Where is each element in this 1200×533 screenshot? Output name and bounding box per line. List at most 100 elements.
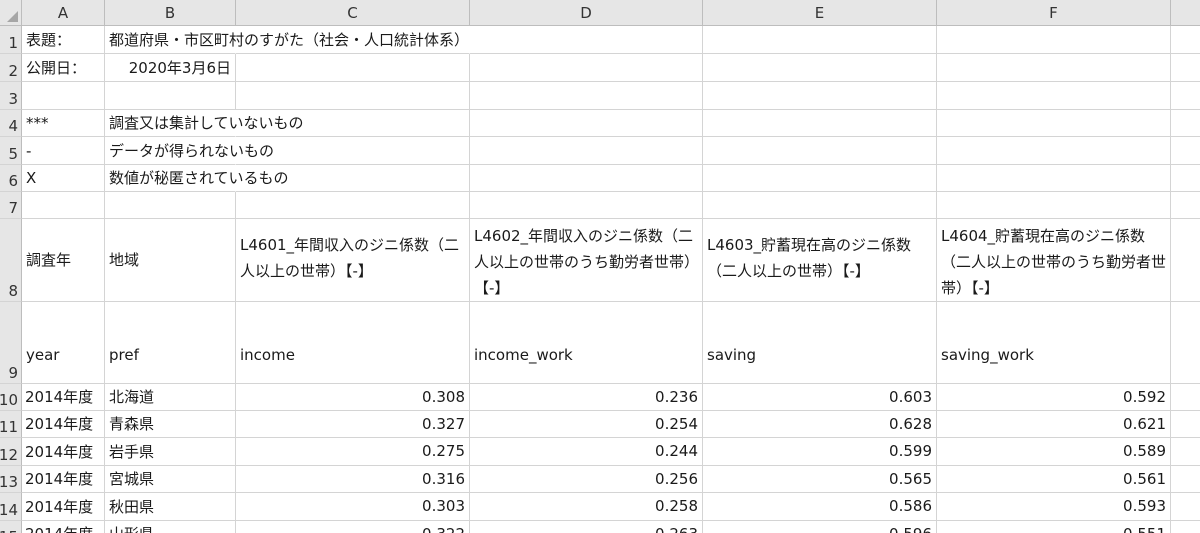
cell-d12[interactable]: 0.244 <box>470 438 703 466</box>
cell-b12[interactable]: 岩手県 <box>105 438 236 466</box>
cell-e4[interactable] <box>703 110 937 137</box>
cell-e3[interactable] <box>703 82 937 110</box>
cell-b11[interactable]: 青森県 <box>105 411 236 438</box>
cell-e10[interactable]: 0.603 <box>703 384 937 411</box>
cell-e12[interactable]: 0.599 <box>703 438 937 466</box>
cell-a6[interactable]: X <box>22 165 105 192</box>
cell-a15[interactable]: 2014年度 <box>22 521 105 533</box>
cell-f8[interactable]: L4604_貯蓄現在高のジニ係数（二人以上の世帯のうち勤労者世帯）【-】 <box>937 219 1171 302</box>
row-header[interactable]: 12 <box>0 438 22 466</box>
cell-d8[interactable]: L4602_年間収入のジニ係数（二人以上の世帯のうち勤労者世帯）【-】 <box>470 219 703 302</box>
cell-g14[interactable] <box>1171 493 1200 521</box>
column-header-e[interactable]: E <box>703 0 937 26</box>
cell-g8[interactable] <box>1171 219 1200 302</box>
cell-c4[interactable] <box>236 110 470 137</box>
cell-a7[interactable] <box>22 192 105 219</box>
cell-e13[interactable]: 0.565 <box>703 466 937 493</box>
cell-a12[interactable]: 2014年度 <box>22 438 105 466</box>
cell-a8[interactable]: 調査年 <box>22 219 105 302</box>
cell-c6[interactable] <box>236 165 470 192</box>
cell-e11[interactable]: 0.628 <box>703 411 937 438</box>
cell-g10[interactable] <box>1171 384 1200 411</box>
cell-g5[interactable] <box>1171 137 1200 165</box>
cell-c12[interactable]: 0.275 <box>236 438 470 466</box>
cell-a3[interactable] <box>22 82 105 110</box>
cell-b9[interactable]: pref <box>105 302 236 384</box>
column-header-f[interactable]: F <box>937 0 1171 26</box>
cell-f9[interactable]: saving_work <box>937 302 1171 384</box>
cell-g13[interactable] <box>1171 466 1200 493</box>
cell-c5[interactable] <box>236 137 470 165</box>
cell-e15[interactable]: 0.596 <box>703 521 937 533</box>
cell-b2[interactable]: 2020年3月6日 <box>105 54 236 82</box>
cell-c9[interactable]: income <box>236 302 470 384</box>
cell-a10[interactable]: 2014年度 <box>22 384 105 411</box>
cell-f15[interactable]: 0.551 <box>937 521 1171 533</box>
row-header[interactable]: 6 <box>0 165 22 192</box>
cell-f4[interactable] <box>937 110 1171 137</box>
column-header-b[interactable]: B <box>105 0 236 26</box>
cell-f13[interactable]: 0.561 <box>937 466 1171 493</box>
cell-c2[interactable] <box>236 54 470 82</box>
cell-b14[interactable]: 秋田県 <box>105 493 236 521</box>
cell-d13[interactable]: 0.256 <box>470 466 703 493</box>
row-header[interactable]: 1 <box>0 26 22 54</box>
row-header[interactable]: 5 <box>0 137 22 165</box>
cell-e1[interactable] <box>703 26 937 54</box>
row-header[interactable]: 11 <box>0 411 22 438</box>
cell-b13[interactable]: 宮城県 <box>105 466 236 493</box>
row-header[interactable]: 2 <box>0 54 22 82</box>
cell-g1[interactable] <box>1171 26 1200 54</box>
cell-a2[interactable]: 公開日： <box>22 54 105 82</box>
column-header-d[interactable]: D <box>470 0 703 26</box>
cell-f12[interactable]: 0.589 <box>937 438 1171 466</box>
cell-e9[interactable]: saving <box>703 302 937 384</box>
cell-a5[interactable]: - <box>22 137 105 165</box>
cell-b8[interactable]: 地域 <box>105 219 236 302</box>
cell-g7[interactable] <box>1171 192 1200 219</box>
row-header[interactable]: 14 <box>0 493 22 521</box>
cell-b4[interactable]: 調査又は集計していないもの <box>105 110 304 137</box>
cell-a14[interactable]: 2014年度 <box>22 493 105 521</box>
cell-c8[interactable]: L4601_年間収入のジニ係数（二人以上の世帯）【-】 <box>236 219 470 302</box>
cell-f1[interactable] <box>937 26 1171 54</box>
cell-d6[interactable] <box>470 165 703 192</box>
cell-f3[interactable] <box>937 82 1171 110</box>
cell-e14[interactable]: 0.586 <box>703 493 937 521</box>
cell-b5[interactable]: データが得られないもの <box>105 137 274 165</box>
row-header[interactable]: 10 <box>0 384 22 411</box>
select-all-button[interactable] <box>0 0 22 26</box>
cell-f14[interactable]: 0.593 <box>937 493 1171 521</box>
cell-d1[interactable] <box>470 26 703 54</box>
cell-e5[interactable] <box>703 137 937 165</box>
cell-d5[interactable] <box>470 137 703 165</box>
row-header[interactable]: 13 <box>0 466 22 493</box>
row-header[interactable]: 9 <box>0 302 22 384</box>
column-header-c[interactable]: C <box>236 0 470 26</box>
cell-f11[interactable]: 0.621 <box>937 411 1171 438</box>
cell-c1[interactable] <box>236 26 470 54</box>
cell-c7[interactable] <box>236 192 470 219</box>
cell-g6[interactable] <box>1171 165 1200 192</box>
cell-g4[interactable] <box>1171 110 1200 137</box>
cell-c14[interactable]: 0.303 <box>236 493 470 521</box>
cell-e2[interactable] <box>703 54 937 82</box>
cell-g12[interactable] <box>1171 438 1200 466</box>
cell-c15[interactable]: 0.322 <box>236 521 470 533</box>
cell-g2[interactable] <box>1171 54 1200 82</box>
cell-b3[interactable] <box>105 82 236 110</box>
cell-f5[interactable] <box>937 137 1171 165</box>
cell-f10[interactable]: 0.592 <box>937 384 1171 411</box>
cell-a13[interactable]: 2014年度 <box>22 466 105 493</box>
row-header[interactable]: 15 <box>0 521 22 533</box>
cell-g3[interactable] <box>1171 82 1200 110</box>
cell-f6[interactable] <box>937 165 1171 192</box>
cell-g11[interactable] <box>1171 411 1200 438</box>
cell-b10[interactable]: 北海道 <box>105 384 236 411</box>
cell-c13[interactable]: 0.316 <box>236 466 470 493</box>
column-header-a[interactable]: A <box>22 0 105 26</box>
cell-c10[interactable]: 0.308 <box>236 384 470 411</box>
row-header[interactable]: 4 <box>0 110 22 137</box>
cell-e7[interactable] <box>703 192 937 219</box>
cell-d14[interactable]: 0.258 <box>470 493 703 521</box>
